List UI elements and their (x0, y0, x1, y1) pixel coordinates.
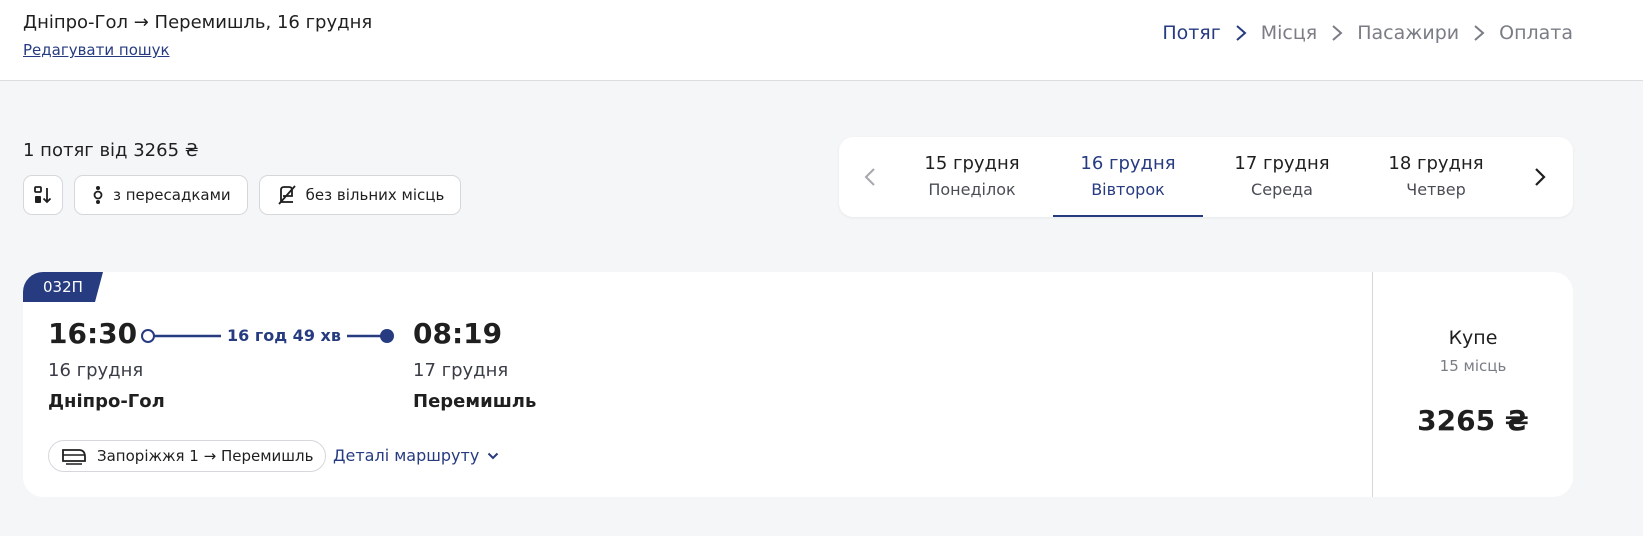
with-transfers-filter[interactable]: з пересадками (74, 175, 248, 215)
departure-station: Дніпро-Гол (48, 391, 165, 412)
chevron-right-icon[interactable] (1527, 165, 1551, 189)
departure-date: 16 грудня (48, 360, 144, 381)
date-tab[interactable]: 18 грудня Четвер (1361, 137, 1511, 217)
seat-unavailable-icon (277, 185, 296, 205)
progress-steps: Потяг Місця Пасажири Оплата (1162, 22, 1573, 44)
class-name: Купе (1448, 327, 1498, 349)
date-tab-weekday: Середа (1251, 180, 1313, 199)
route-details-link[interactable]: Деталі маршруту (333, 446, 499, 465)
date-tab[interactable]: 17 грудня Середа (1207, 137, 1357, 217)
date-tab-date: 17 грудня (1234, 153, 1330, 174)
class-price: 3265 ₴ (1417, 404, 1529, 437)
arrival-time: 08:19 (413, 317, 503, 350)
train-card[interactable]: 032П 16:30 16 грудня Дніпро-Гол 16 год 4… (23, 272, 1573, 497)
date-tab-date: 15 грудня (924, 153, 1020, 174)
train-number-badge: 032П (23, 272, 103, 302)
step-train: Потяг (1162, 22, 1221, 44)
chevron-left-icon[interactable] (859, 165, 883, 189)
sort-icon (34, 186, 52, 204)
step-passengers: Пасажири (1357, 22, 1460, 44)
filter-bar: з пересадками без вільних місць (23, 175, 462, 215)
date-tab[interactable]: 15 грудня Понеділок (897, 137, 1047, 217)
train-number: 032П (43, 278, 83, 296)
step-seats: Місця (1260, 22, 1318, 44)
step-payment: Оплата (1499, 22, 1573, 44)
departure-time: 16:30 (48, 317, 138, 350)
sort-button[interactable] (23, 175, 63, 215)
date-tab-weekday: Вівторок (1091, 180, 1165, 199)
route-title: Дніпро-Гол → Перемишль, 16 грудня (23, 12, 373, 33)
date-tab-date: 18 грудня (1388, 153, 1484, 174)
route-details-label: Деталі маршруту (333, 446, 480, 465)
chevron-down-icon (488, 452, 499, 459)
transfer-icon (93, 186, 103, 204)
date-tab-selected[interactable]: 16 грудня Вівторок (1053, 137, 1203, 217)
arrival-date: 17 грудня (413, 360, 509, 381)
no-free-seats-filter[interactable]: без вільних місць (258, 175, 462, 215)
with-transfers-label: з пересадками (113, 186, 231, 204)
chevron-right-icon (1474, 25, 1485, 41)
route-chip[interactable]: Запоріжжя 1 → Перемишль (48, 440, 327, 472)
class-seats: 15 місць (1439, 357, 1507, 375)
top-header: Дніпро-Гол → Перемишль, 16 грудня Редагу… (0, 0, 1643, 81)
class-option-coupe[interactable]: Купе 15 місць 3265 ₴ (1373, 272, 1573, 497)
chevron-right-icon (1236, 25, 1247, 41)
train-icon (62, 449, 86, 465)
route-label: Запоріжжя 1 → Перемишль (97, 447, 314, 465)
date-picker: 15 грудня Понеділок 16 грудня Вівторок 1… (839, 137, 1573, 217)
chevron-right-icon (1332, 25, 1343, 41)
date-tab-weekday: Четвер (1406, 180, 1466, 199)
date-tab-weekday: Понеділок (928, 180, 1016, 199)
edit-search-link[interactable]: Редагувати пошук (23, 41, 170, 59)
trip-duration: 16 год 49 хв (221, 326, 347, 345)
arrival-station: Перемишль (413, 391, 537, 412)
no-free-seats-label: без вільних місць (305, 186, 445, 204)
results-count: 1 потяг від 3265 ₴ (23, 140, 199, 161)
date-tab-date: 16 грудня (1080, 153, 1176, 174)
